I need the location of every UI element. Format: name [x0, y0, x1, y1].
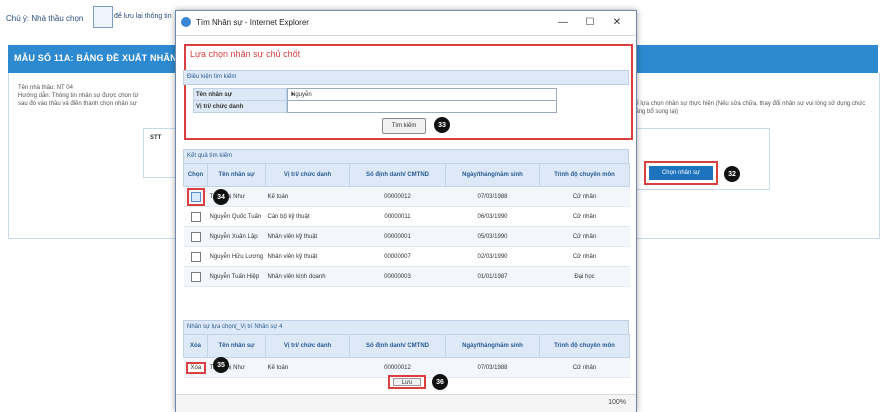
select-staff-button[interactable]: Chọn nhân sự: [644, 161, 718, 185]
minimize-button[interactable]: —: [553, 15, 573, 31]
cell-id: 00000003: [349, 266, 446, 287]
step-badge-34: 34: [213, 189, 229, 205]
results-header-row: Chọn Tên nhân sự Vị trí/ chức danh Số đị…: [183, 163, 630, 187]
status-bar: 100%: [176, 394, 636, 412]
cell-name: Nguyễn Xuân Lập: [207, 226, 266, 247]
table-row: Trần Thị Như Kế toán 00000012 07/03/1988…: [183, 186, 630, 207]
instruction-line-1: Hướng dẫn: Thông tin nhân sự được chọn t…: [18, 93, 139, 99]
results-section-title: Kết quả tìm kiếm: [187, 153, 233, 159]
col-header: Trình độ chuyên môn: [539, 163, 630, 187]
cell-id: 00000012: [349, 186, 446, 207]
col-header: Tên nhân sự: [207, 163, 266, 187]
cell-level: Cử nhân: [539, 226, 630, 247]
name-label: Tên nhân sự: [196, 92, 233, 98]
dialog-title: Tìm Nhân sự - Internet Explorer: [196, 18, 309, 27]
cell-dob: 05/03/1990: [445, 226, 540, 247]
selected-section-header: Nhân sự lựa chọn(_Vị trí Nhân sự 4: [183, 320, 629, 335]
cell-position: Kế toán: [265, 186, 350, 207]
col-header: Xóa: [183, 334, 208, 358]
select-checkbox[interactable]: [190, 271, 201, 282]
position-label-cell: Vị trí/ chức danh: [193, 100, 287, 113]
selected-section-title: Nhân sự lựa chọn(_Vị trí Nhân sự 4: [187, 324, 283, 330]
search-section-header: Điều kiện tìm kiếm: [183, 70, 629, 85]
cell-id: 00000011: [349, 206, 446, 227]
note-text: Chú ý: Nhà thầu chọn: [6, 14, 84, 23]
save-file-icon[interactable]: [93, 6, 113, 28]
table-row: Nguyễn Quốc Tuấn Cán bộ kỹ thuật 0000001…: [183, 206, 630, 227]
results-section-header: Kết quả tìm kiếm: [183, 149, 629, 164]
cell-name: Nguyễn Tuấn Hiệp: [207, 266, 266, 287]
step-badge-32: 32: [724, 166, 740, 182]
selected-table: Xóa Tên nhân sự Vị trí/ chức danh Số địn…: [183, 334, 630, 378]
instruction-line-2: sau đó vào thầu và điền thành chọn nhân …: [18, 101, 137, 107]
cell-dob: 01/01/1987: [445, 266, 540, 287]
cell-level: Cử nhân: [539, 186, 630, 207]
select-checkbox[interactable]: [190, 191, 201, 202]
form-info: Tên nhà thầu: NT 04 Hướng dẫn: Thông tin…: [18, 84, 139, 108]
save-button[interactable]: Lưu: [388, 375, 426, 389]
cell-dob: 06/03/1990: [445, 206, 540, 227]
cell-position: Cán bộ kỹ thuật: [265, 206, 350, 227]
cell-dob: 07/03/1988: [445, 357, 540, 378]
select-checkbox[interactable]: [190, 211, 201, 222]
position-input[interactable]: [287, 100, 557, 113]
cell-position: Nhân viên kỹ thuật: [265, 246, 350, 267]
instruction-right: để lựa chọn nhân sự thực hiện (Nếu sửa c…: [632, 101, 866, 115]
cell-level: Đại học: [539, 266, 630, 287]
cell-level: Cử nhân: [539, 246, 630, 267]
dialog-content: Lựa chọn nhân sự chủ chốt Điều kiện tìm …: [179, 37, 633, 392]
cell-position: Nhân viên kỹ thuật: [265, 226, 350, 247]
selected-header-row: Xóa Tên nhân sự Vị trí/ chức danh Số địn…: [183, 334, 630, 358]
col-header: Số định danh/ CMTND: [349, 334, 446, 358]
zoom-level[interactable]: 100%: [608, 399, 626, 406]
close-window-button[interactable]: ✕: [607, 15, 627, 31]
table-row: Nguyễn Tuấn Hiệp Nhân viên kinh doanh 00…: [183, 266, 630, 287]
col-header: Chọn: [183, 163, 208, 187]
cell-position: Kế toán: [265, 357, 350, 378]
position-label: Vị trí/ chức danh: [196, 104, 244, 110]
table-row: Nguyễn Xuân Lập Nhân viên kỹ thuật 00000…: [183, 226, 630, 247]
step-badge-33: 33: [434, 117, 450, 133]
col-header: Trình độ chuyên môn: [539, 334, 630, 358]
cell-name: Nguyễn Hữu Lương: [207, 246, 266, 267]
select-checkbox[interactable]: [190, 231, 201, 242]
cell-position: Nhân viên kinh doanh: [265, 266, 350, 287]
cell-id: 00000001: [349, 226, 446, 247]
internet-explorer-icon: [181, 17, 191, 27]
table-row: Nguyễn Hữu Lương Nhân viên kỹ thuật 0000…: [183, 246, 630, 267]
stt-label: STT: [150, 135, 162, 141]
select-staff-label: Chọn nhân sự: [649, 166, 713, 180]
cell-dob: 02/03/1990: [445, 246, 540, 267]
col-header: Tên nhân sự: [207, 334, 266, 358]
results-table: Chọn Tên nhân sự Vị trí/ chức danh Số đị…: [183, 163, 630, 287]
cell-level: Cử nhân: [539, 357, 630, 378]
col-header: Ngày/tháng/năm sinh: [445, 163, 540, 187]
find-staff-dialog: Tìm Nhân sự - Internet Explorer — ☐ ✕ Lự…: [175, 10, 637, 412]
col-header: Ngày/tháng/năm sinh: [445, 334, 540, 358]
col-header: Vị trí/ chức danh: [265, 334, 350, 358]
cell-dob: 07/03/1988: [445, 186, 540, 207]
dialog-titlebar: Tìm Nhân sự - Internet Explorer — ☐ ✕: [176, 11, 636, 36]
maximize-button[interactable]: ☐: [580, 15, 600, 31]
select-checkbox-wrapper: [186, 187, 205, 206]
dialog-header: Lựa chọn nhân sự chủ chốt: [190, 49, 301, 59]
step-badge-36: 36: [432, 374, 448, 390]
chevron-down-icon: ▾: [291, 92, 295, 98]
delete-button[interactable]: Xóa: [185, 361, 207, 374]
search-button[interactable]: Tìm kiếm: [382, 118, 426, 134]
save-file-text: để lưu lại thông tin: [114, 13, 172, 20]
step-badge-35: 35: [213, 357, 229, 373]
save-button-label: Lưu: [393, 378, 421, 386]
bidder-name: Tên nhà thầu: NT 04: [18, 85, 73, 91]
cell-name: Nguyễn Quốc Tuấn: [207, 206, 266, 227]
cell-level: Cử nhân: [539, 206, 630, 227]
col-header: Vị trí/ chức danh: [265, 163, 350, 187]
cell-id: 00000007: [349, 246, 446, 267]
col-header: Số định danh/ CMTND: [349, 163, 446, 187]
search-section-title: Điều kiện tìm kiếm: [187, 74, 237, 80]
banner-title: MẪU SỐ 11A: BẢNG ĐỀ XUẤT NHÂN: [14, 53, 177, 63]
select-checkbox[interactable]: [190, 251, 201, 262]
